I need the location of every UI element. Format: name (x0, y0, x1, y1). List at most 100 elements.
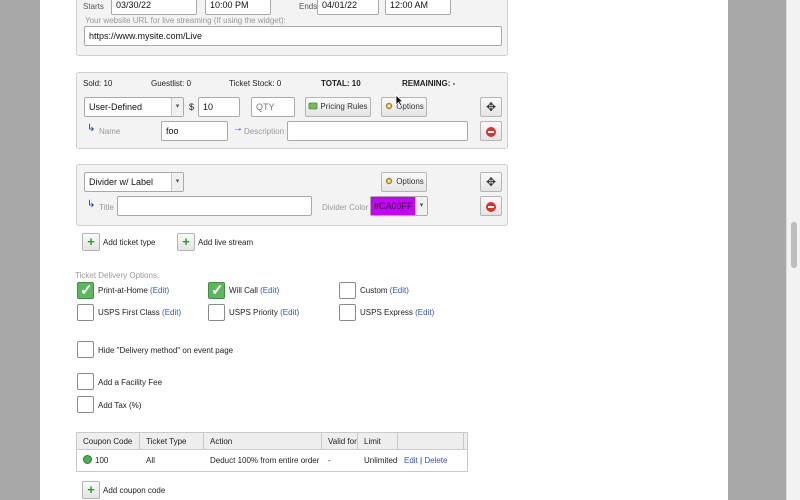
start-date-field[interactable] (111, 0, 197, 15)
divider-color-select[interactable]: #CA00FF ▾ (370, 196, 428, 216)
column-header: Ticket Type (140, 433, 204, 450)
column-header: Limit (358, 433, 398, 450)
custom-edit-link[interactable]: (Edit) (390, 286, 409, 295)
divider-color-label: Divider Color (322, 203, 369, 212)
ticket-options-button[interactable]: Options (381, 97, 427, 117)
event-settings-panel: Starts Ends Your website URL for live st… (76, 0, 508, 56)
coupon-table: Coupon Code Ticket Type Action Valid for… (76, 432, 468, 472)
add-coupon-button[interactable]: + (82, 481, 100, 499)
column-header (398, 433, 464, 450)
facility-fee-checkbox[interactable] (77, 373, 94, 390)
add-live-stream-label[interactable]: Add live stream (198, 238, 253, 247)
add-tax-label: Add Tax (%) (98, 401, 142, 410)
description-label: Description (244, 127, 285, 136)
divider-options-label: Options (396, 177, 424, 186)
usps-express-edit-link[interactable]: (Edit) (415, 308, 434, 317)
usps-priority-label: USPS Priority (Edit) (229, 308, 300, 317)
chevron-down-icon: ▾ (415, 197, 427, 215)
divider-type-selected: Divider w/ Label (89, 177, 154, 187)
divider-options-button[interactable]: Options (381, 172, 427, 192)
column-header: Valid for (322, 433, 358, 450)
plus-icon: + (182, 234, 190, 249)
add-tax-checkbox[interactable] (77, 396, 94, 413)
tag-icon (309, 102, 318, 110)
delivery-heading: Ticket Delivery Options: (75, 271, 160, 280)
vertical-scrollbar[interactable] (786, 0, 800, 500)
print-at-home-label: Print-at-Home (Edit) (98, 286, 170, 295)
delete-divider-button[interactable] (480, 196, 502, 216)
move-arrows-icon: ✥ (485, 175, 497, 189)
will-call-label: Will Call (Edit) (229, 286, 280, 295)
pricing-rules-button[interactable]: Pricing Rules (305, 97, 371, 117)
coupon-code-cell: 100 (77, 451, 108, 471)
ticket-type-selected: User-Defined (89, 102, 143, 112)
pricing-rules-label: Pricing Rules (320, 102, 368, 111)
will-call-edit-link[interactable]: (Edit) (260, 286, 279, 295)
move-arrows-icon: ✥ (485, 100, 497, 114)
remove-icon (486, 201, 496, 212)
usps-priority-edit-link[interactable]: (Edit) (280, 308, 299, 317)
title-label: Title (99, 203, 114, 212)
divider-color-value: #CA00FF (371, 197, 416, 215)
ticket-description-field[interactable] (287, 121, 468, 141)
coupon-table-header: Coupon Code Ticket Type Action Valid for… (77, 433, 467, 450)
print-at-home-edit-link[interactable]: (Edit) (150, 286, 169, 295)
row-actions-cell: Edit | Delete (398, 451, 447, 471)
usps-express-checkbox[interactable] (339, 304, 356, 321)
facility-fee-label: Add a Facility Fee (98, 378, 163, 387)
edit-coupon-link[interactable]: Edit (404, 456, 418, 465)
custom-checkbox[interactable] (339, 282, 356, 299)
name-label: Name (99, 127, 121, 136)
plus-icon: + (87, 234, 95, 249)
print-at-home-checkbox[interactable] (77, 281, 94, 299)
delete-ticket-button[interactable] (480, 121, 502, 141)
divider-type-select[interactable]: Divider w/ Label ▾ (84, 172, 184, 192)
remove-icon (486, 126, 496, 137)
usps-priority-checkbox[interactable] (208, 304, 225, 321)
move-divider-button[interactable]: ✥ (480, 172, 502, 192)
hide-delivery-checkbox[interactable] (77, 341, 94, 358)
start-time-field[interactable] (205, 0, 271, 15)
stream-url-field[interactable] (84, 26, 502, 46)
end-time-field[interactable] (385, 0, 451, 15)
indent-arrow-icon: ↳ (87, 199, 96, 210)
will-call-checkbox[interactable] (208, 281, 225, 299)
add-coupon-label[interactable]: Add coupon code (103, 486, 165, 495)
custom-label: Custom (Edit) (360, 286, 409, 295)
page: Starts Ends Your website URL for live st… (40, 0, 728, 500)
active-status-icon (83, 455, 92, 464)
divider-panel: Divider w/ Label ▾ Options ✥ ↳ Title Div… (76, 164, 508, 226)
stream-url-label: Your website URL for live streaming (If … (85, 16, 286, 25)
gear-icon (386, 177, 393, 185)
usps-express-label: USPS Express (Edit) (360, 308, 435, 317)
arrow-right-icon: → (233, 123, 243, 134)
currency-symbol: $ (189, 102, 195, 112)
limit-cell: Unlimited (364, 456, 398, 465)
valid-for-cell: - (328, 456, 331, 465)
indent-arrow-icon: ↳ (87, 123, 96, 134)
total-count: TOTAL: 10 (321, 79, 361, 88)
usps-first-class-label: USPS First Class (Edit) (98, 308, 182, 317)
price-field[interactable] (198, 97, 240, 117)
ticket-type-select[interactable]: User-Defined ▾ (84, 97, 184, 117)
add-live-stream-button[interactable]: + (177, 233, 195, 251)
add-ticket-type-label[interactable]: Add ticket type (103, 238, 155, 247)
move-ticket-button[interactable]: ✥ (480, 97, 502, 117)
ticket-type-cell: All (146, 456, 155, 465)
divider-title-field[interactable] (117, 196, 312, 216)
action-cell: Deduct 100% from entire order (210, 456, 320, 465)
column-header: Coupon Code (77, 433, 140, 450)
add-ticket-type-button[interactable]: + (82, 233, 100, 251)
scrollbar-thumb[interactable] (791, 222, 797, 268)
starts-label: Starts (83, 2, 104, 11)
ticket-stock-count: Ticket Stock: 0 (229, 79, 282, 88)
qty-field[interactable] (251, 97, 295, 117)
usps-first-class-edit-link[interactable]: (Edit) (162, 308, 181, 317)
usps-first-class-checkbox[interactable] (77, 304, 94, 321)
link-separator: | (420, 456, 423, 465)
plus-icon: + (87, 482, 95, 497)
delete-coupon-link[interactable]: Delete (424, 456, 447, 465)
ticket-name-field[interactable] (161, 121, 228, 141)
ends-label: Ends (299, 2, 318, 11)
end-date-field[interactable] (317, 0, 379, 15)
